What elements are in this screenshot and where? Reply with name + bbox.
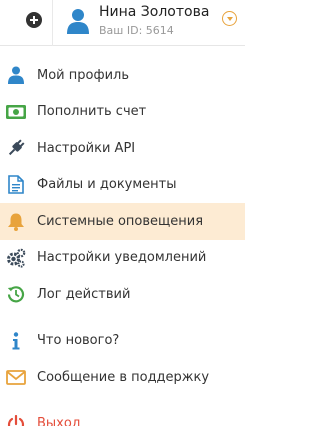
menu-item-notification-settings[interactable]: Настройки уведомлений xyxy=(0,240,245,277)
menu-item-system-alerts[interactable]: Системные оповещения xyxy=(0,203,245,240)
menu-item-label: Файлы и документы xyxy=(37,177,177,193)
menu-spacer xyxy=(0,313,245,323)
power-icon xyxy=(6,414,26,426)
menu-item-label: Настройки API xyxy=(37,140,136,156)
dropdown-toggle-icon[interactable] xyxy=(222,11,237,26)
menu-item-label: Лог действий xyxy=(37,286,131,302)
user-icon xyxy=(6,65,26,85)
menu-item-label: Что нового? xyxy=(37,333,120,349)
menu-item-support[interactable]: Сообщение в поддержку xyxy=(0,359,245,396)
menu-spacer xyxy=(0,396,245,406)
menu-item-profile[interactable]: Мой профиль xyxy=(0,57,245,94)
menu-item-label: Выход xyxy=(37,416,81,426)
user-avatar-icon xyxy=(66,8,90,34)
menu-item-logout[interactable]: Выход xyxy=(0,406,245,426)
menu-item-label: Системные оповещения xyxy=(37,213,204,229)
document-icon xyxy=(6,175,26,195)
menu-item-action-log[interactable]: Лог действий xyxy=(0,276,245,313)
menu-item-label: Пополнить счет xyxy=(37,104,147,120)
user-menu: Мой профиль Пополнить счет Настройки API xyxy=(0,57,245,426)
menu-item-api-settings[interactable]: Настройки API xyxy=(0,130,245,167)
money-icon xyxy=(6,102,26,122)
gears-icon xyxy=(6,248,26,268)
user-id: Ваш ID: 5614 xyxy=(99,24,174,37)
envelope-icon xyxy=(6,367,26,387)
menu-item-files[interactable]: Файлы и документы xyxy=(0,167,245,204)
info-icon xyxy=(6,331,26,351)
menu-item-whats-new[interactable]: Что нового? xyxy=(0,323,245,360)
menu-item-label: Сообщение в поддержку xyxy=(37,369,210,385)
user-name: Нина Золотова xyxy=(99,4,210,20)
history-icon xyxy=(6,284,26,304)
header: Нина Золотова Ваш ID: 5614 xyxy=(0,0,245,46)
menu-item-topup[interactable]: Пополнить счет xyxy=(0,94,245,131)
header-divider xyxy=(52,0,53,46)
menu-item-label: Настройки уведомлений xyxy=(37,250,207,266)
plug-icon xyxy=(6,138,26,158)
menu-item-label: Мой профиль xyxy=(37,67,129,83)
bell-icon xyxy=(6,211,26,231)
add-button[interactable] xyxy=(26,12,42,28)
